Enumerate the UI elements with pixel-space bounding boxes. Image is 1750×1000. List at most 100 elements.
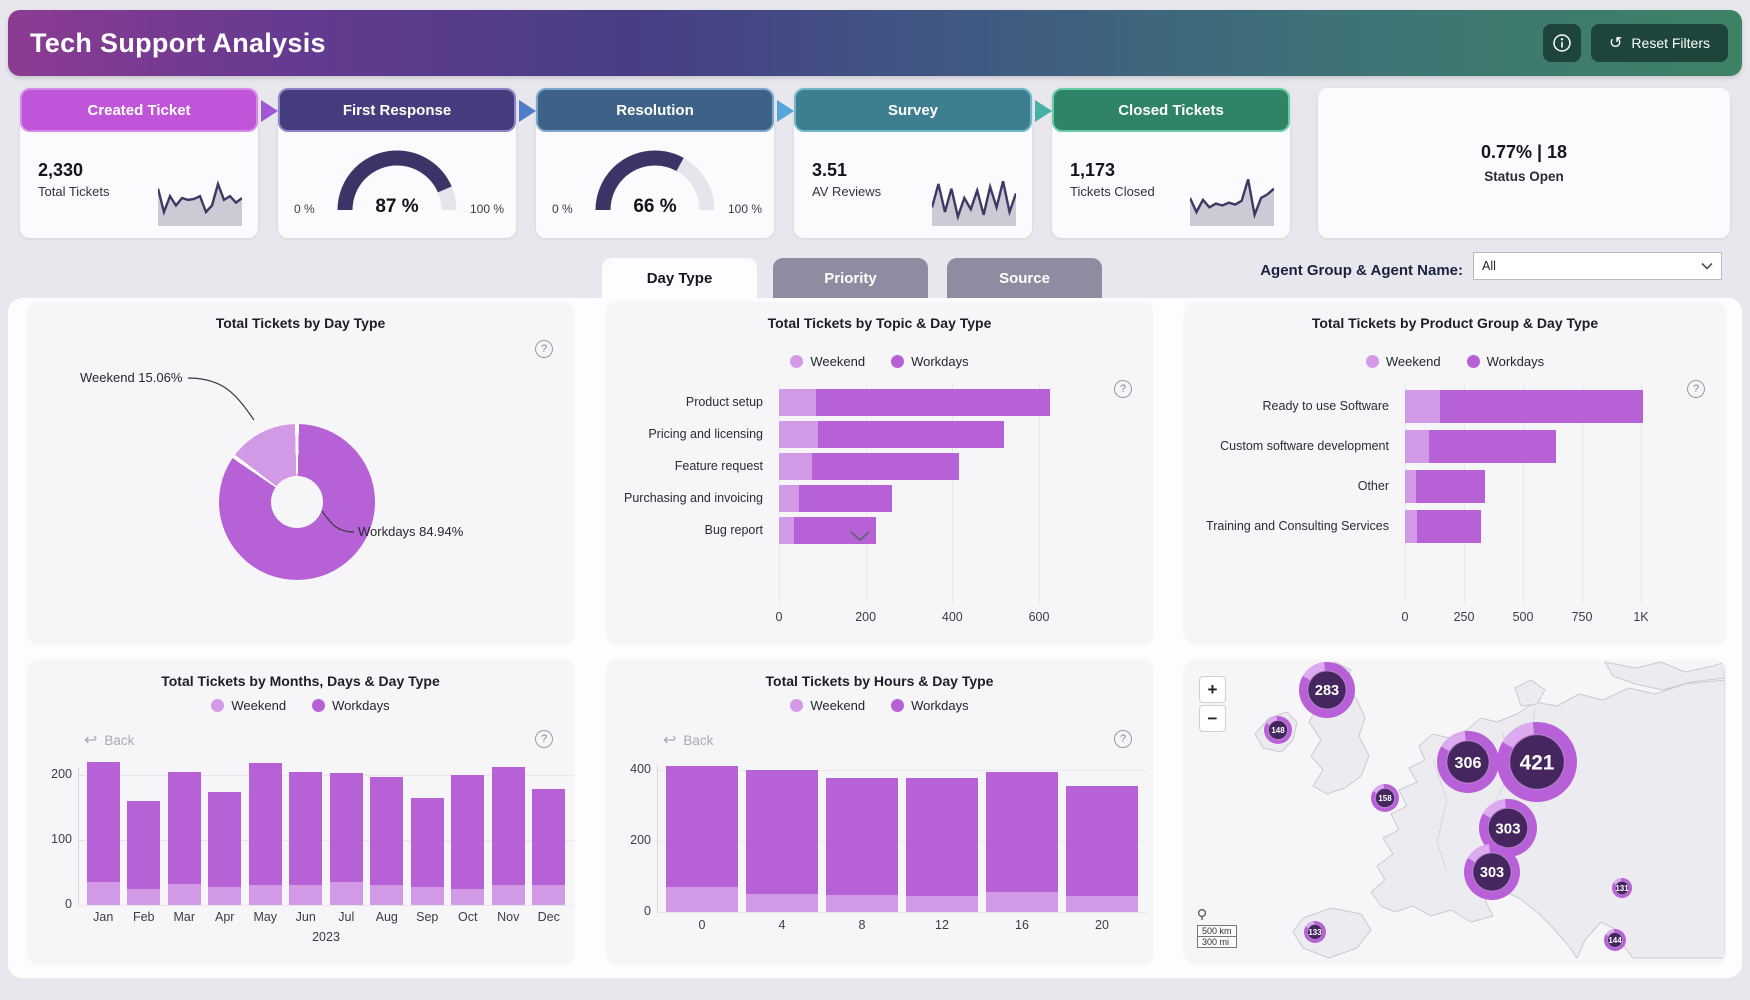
column-16[interactable] bbox=[986, 772, 1058, 912]
bar-segment-weekend[interactable] bbox=[779, 421, 818, 448]
bar-segment-weekend[interactable] bbox=[779, 485, 799, 512]
reset-filters-button[interactable]: ↺ Reset Filters bbox=[1591, 24, 1728, 62]
bar-segment-weekend[interactable] bbox=[492, 885, 525, 905]
bar-segment-workdays[interactable] bbox=[986, 772, 1058, 893]
bar-segment-workdays[interactable] bbox=[532, 789, 565, 885]
column-mar[interactable] bbox=[168, 772, 201, 905]
bar-segment-workdays[interactable] bbox=[492, 767, 525, 885]
bar-segment-weekend[interactable] bbox=[208, 887, 241, 905]
column-20[interactable] bbox=[1066, 786, 1138, 912]
bar-segment-weekend[interactable] bbox=[330, 882, 363, 905]
drill-back-button[interactable]: ↩ Back bbox=[663, 730, 713, 750]
help-icon[interactable]: ? bbox=[1114, 380, 1132, 398]
column-0[interactable] bbox=[666, 766, 738, 912]
bar-segment-workdays[interactable] bbox=[289, 772, 322, 885]
bar-segment-weekend[interactable] bbox=[168, 884, 201, 905]
legend-item-workdays[interactable]: Workdays bbox=[891, 354, 969, 369]
scroll-chevron-down-icon[interactable] bbox=[849, 530, 871, 542]
bar-product-setup[interactable] bbox=[779, 389, 1050, 416]
column-aug[interactable] bbox=[370, 777, 403, 905]
bar-segment-weekend[interactable] bbox=[779, 453, 812, 480]
bar-segment-weekend[interactable] bbox=[289, 885, 322, 905]
legend-item-workdays[interactable]: Workdays bbox=[312, 698, 390, 713]
bar-training-and-consulting-services[interactable] bbox=[1405, 510, 1481, 543]
bar-segment-weekend[interactable] bbox=[986, 892, 1058, 912]
bar-segment-workdays[interactable] bbox=[127, 801, 160, 889]
drill-back-button[interactable]: ↩ Back bbox=[84, 730, 134, 750]
map-zoom-in-button[interactable]: + bbox=[1199, 676, 1226, 703]
tab-day-type[interactable]: Day Type bbox=[602, 258, 757, 298]
bar-segment-workdays[interactable] bbox=[411, 798, 444, 887]
bar-segment-weekend[interactable] bbox=[532, 885, 565, 905]
column-may[interactable] bbox=[249, 763, 282, 905]
help-icon[interactable]: ? bbox=[1114, 730, 1132, 748]
help-icon[interactable]: ? bbox=[535, 340, 553, 358]
legend-item-workdays[interactable]: Workdays bbox=[891, 698, 969, 713]
agent-filter-select[interactable]: All bbox=[1473, 252, 1722, 280]
bar-segment-workdays[interactable] bbox=[826, 778, 898, 895]
column-jun[interactable] bbox=[289, 772, 322, 905]
bar-segment-workdays[interactable] bbox=[1429, 430, 1556, 463]
legend-item-weekend[interactable]: Weekend bbox=[1366, 354, 1441, 369]
bar-segment-workdays[interactable] bbox=[208, 792, 241, 886]
bar-segment-weekend[interactable] bbox=[666, 887, 738, 912]
column-8[interactable] bbox=[826, 778, 898, 912]
bar-segment-workdays[interactable] bbox=[1440, 390, 1643, 423]
bar-segment-weekend[interactable] bbox=[1066, 896, 1138, 912]
bar-segment-weekend[interactable] bbox=[1405, 430, 1429, 463]
bar-ready-to-use-software[interactable] bbox=[1405, 390, 1643, 423]
map-zoom-out-button[interactable]: − bbox=[1199, 705, 1226, 732]
column-4[interactable] bbox=[746, 770, 818, 912]
tab-priority[interactable]: Priority bbox=[773, 258, 928, 298]
bar-segment-workdays[interactable] bbox=[1066, 786, 1138, 896]
bar-segment-workdays[interactable] bbox=[370, 777, 403, 885]
bar-segment-workdays[interactable] bbox=[168, 772, 201, 885]
legend-item-workdays[interactable]: Workdays bbox=[1467, 354, 1545, 369]
bar-segment-weekend[interactable] bbox=[1405, 390, 1440, 423]
bar-segment-workdays[interactable] bbox=[1417, 510, 1481, 543]
bar-segment-weekend[interactable] bbox=[411, 887, 444, 905]
bar-segment-workdays[interactable] bbox=[87, 762, 120, 882]
legend-item-weekend[interactable]: Weekend bbox=[211, 698, 286, 713]
column-nov[interactable] bbox=[492, 767, 525, 905]
bar-segment-weekend[interactable] bbox=[746, 894, 818, 912]
bar-segment-workdays[interactable] bbox=[1416, 470, 1486, 503]
bar-segment-weekend[interactable] bbox=[1405, 510, 1417, 543]
bar-pricing-and-licensing[interactable] bbox=[779, 421, 1004, 448]
bar-other[interactable] bbox=[1405, 470, 1485, 503]
help-icon[interactable]: ? bbox=[535, 730, 553, 748]
bar-purchasing-and-invoicing[interactable] bbox=[779, 485, 892, 512]
bar-segment-workdays[interactable] bbox=[812, 453, 959, 480]
column-oct[interactable] bbox=[451, 775, 484, 905]
column-sep[interactable] bbox=[411, 798, 444, 905]
legend-item-weekend[interactable]: Weekend bbox=[790, 698, 865, 713]
column-dec[interactable] bbox=[532, 789, 565, 905]
bar-segment-weekend[interactable] bbox=[779, 389, 816, 416]
bar-segment-weekend[interactable] bbox=[451, 889, 484, 905]
bar-custom-software-development[interactable] bbox=[1405, 430, 1556, 463]
help-icon[interactable]: ? bbox=[1687, 380, 1705, 398]
bar-segment-workdays[interactable] bbox=[666, 766, 738, 887]
donut-chart[interactable] bbox=[219, 424, 375, 580]
bar-segment-workdays[interactable] bbox=[799, 485, 892, 512]
bar-segment-weekend[interactable] bbox=[127, 889, 160, 905]
bar-segment-workdays[interactable] bbox=[330, 773, 363, 882]
column-jul[interactable] bbox=[330, 773, 363, 905]
column-12[interactable] bbox=[906, 778, 978, 912]
bar-segment-workdays[interactable] bbox=[249, 763, 282, 885]
bar-segment-weekend[interactable] bbox=[249, 885, 282, 905]
bar-segment-workdays[interactable] bbox=[818, 421, 1004, 448]
europe-map[interactable]: 283148306421158303303133131144 bbox=[1185, 660, 1725, 962]
bar-segment-weekend[interactable] bbox=[1405, 470, 1416, 503]
column-apr[interactable] bbox=[208, 792, 241, 905]
legend-item-weekend[interactable]: Weekend bbox=[790, 354, 865, 369]
bar-segment-workdays[interactable] bbox=[451, 775, 484, 889]
bar-segment-workdays[interactable] bbox=[816, 389, 1050, 416]
bar-segment-workdays[interactable] bbox=[746, 770, 818, 894]
info-button[interactable] bbox=[1543, 24, 1581, 62]
bar-segment-weekend[interactable] bbox=[826, 895, 898, 912]
bar-segment-weekend[interactable] bbox=[779, 517, 794, 544]
column-jan[interactable] bbox=[87, 762, 120, 905]
bar-segment-weekend[interactable] bbox=[906, 896, 978, 912]
tab-source[interactable]: Source bbox=[947, 258, 1102, 298]
